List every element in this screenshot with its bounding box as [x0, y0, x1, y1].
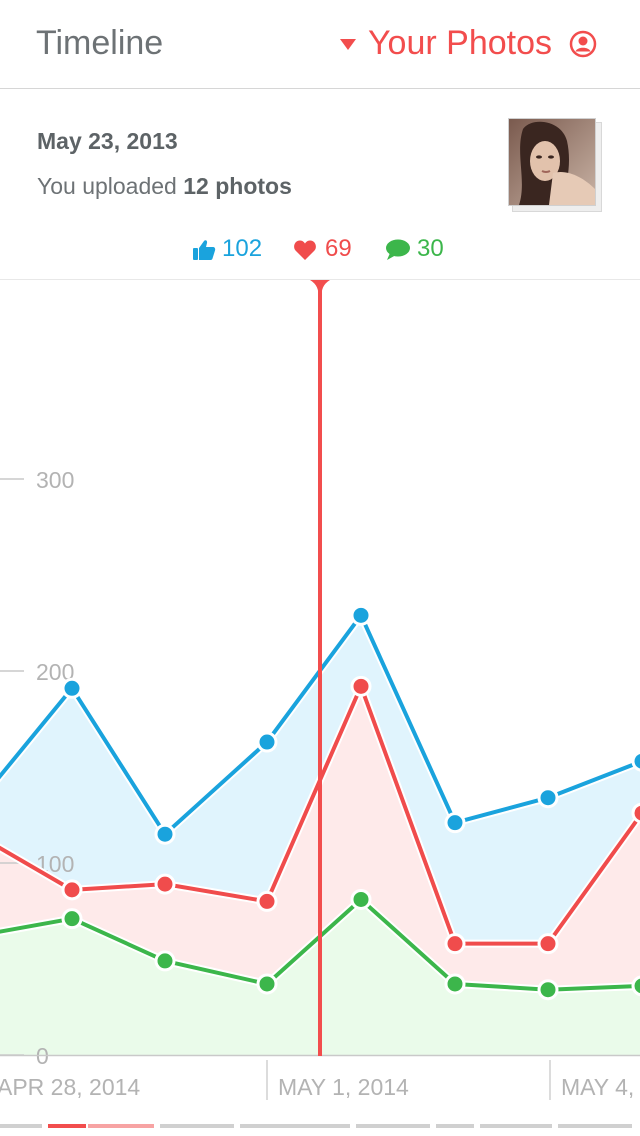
likes-point[interactable] [537, 787, 559, 809]
activity-date: May 23, 2013 [37, 128, 178, 154]
hearts-point[interactable] [256, 890, 278, 912]
your-photos-label: Your Photos [368, 24, 552, 62]
comments-count: 30 [417, 235, 444, 262]
engagement-stats: 102 69 30 [0, 235, 640, 267]
heart-icon [294, 240, 316, 260]
comments-point[interactable] [256, 973, 278, 995]
comment-icon [386, 239, 410, 260]
y-tick-label: 300 [36, 467, 74, 493]
pager-segment[interactable] [436, 1124, 474, 1128]
likes-point[interactable] [444, 812, 466, 834]
pager-segment[interactable] [48, 1124, 86, 1128]
pager-segment[interactable] [160, 1124, 234, 1128]
pager-segment[interactable] [558, 1124, 632, 1128]
pager-segment[interactable] [356, 1124, 430, 1128]
pager-segment[interactable] [88, 1124, 154, 1128]
hearts-point[interactable] [350, 675, 372, 697]
page-title: Timeline [36, 24, 164, 62]
caret-down-icon [340, 39, 356, 50]
x-tick-label: APR 28, 2014 [0, 1074, 140, 1100]
likes-point[interactable] [350, 604, 372, 626]
likes-point[interactable] [256, 731, 278, 753]
upload-prefix: You uploaded [37, 173, 184, 199]
comments-point[interactable] [154, 950, 176, 972]
user-circle-icon[interactable] [569, 30, 597, 58]
hearts-point[interactable] [631, 802, 640, 824]
hearts-count: 69 [325, 235, 352, 262]
pager-segment[interactable] [0, 1124, 42, 1128]
top-bar: Timeline Your Photos [0, 0, 640, 89]
timeline-cursor[interactable] [318, 280, 322, 1056]
comments-point[interactable] [631, 975, 640, 997]
hearts-point[interactable] [537, 933, 559, 955]
comments-point[interactable] [444, 973, 466, 995]
hearts-point[interactable] [154, 873, 176, 895]
x-tick-label: MAY 1, 2014 [278, 1074, 409, 1100]
upload-summary: You uploaded 12 photos [37, 173, 292, 200]
likes-count: 102 [222, 235, 263, 262]
thumbs-up-icon [193, 240, 216, 260]
header-divider [0, 88, 640, 89]
engagement-chart[interactable]: 0100200300APR 28, 2014 MAY 1, 2014 MAY 4, … [0, 280, 640, 1136]
comments-point[interactable] [537, 979, 559, 1001]
x-tick-label: MAY 4, 2014 [561, 1074, 640, 1100]
hearts-point[interactable] [61, 879, 83, 901]
photo-stack[interactable] [508, 118, 602, 212]
likes-point[interactable] [631, 750, 640, 772]
upload-count: 12 photos [183, 173, 292, 199]
your-photos-dropdown[interactable]: Your Photos [340, 24, 552, 63]
likes-point[interactable] [61, 677, 83, 699]
pager-segment[interactable] [240, 1124, 350, 1128]
photo-thumbnail[interactable] [508, 118, 596, 206]
hearts-point[interactable] [444, 933, 466, 955]
comments-point[interactable] [350, 888, 372, 910]
likes-point[interactable] [154, 823, 176, 845]
pager-segment[interactable] [480, 1124, 552, 1128]
comments-point[interactable] [61, 908, 83, 930]
